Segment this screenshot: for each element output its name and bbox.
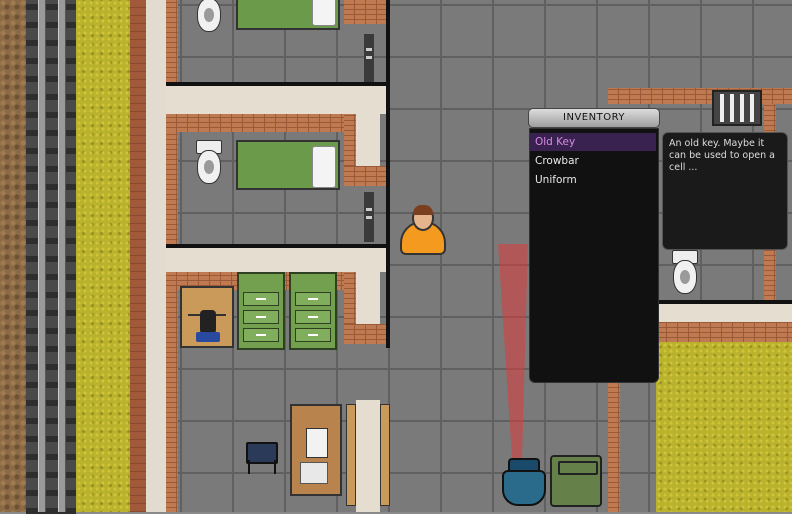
toilet[interactable] [194, 140, 222, 184]
rail-tie [26, 382, 76, 388]
dirt-strip [0, 0, 26, 512]
chair [244, 440, 278, 476]
rail-tie [26, 364, 76, 370]
rail-tie [26, 4, 76, 10]
rail-tie [26, 508, 76, 514]
perimeter-walkway [146, 0, 166, 512]
rail-tie [26, 22, 76, 28]
cell-door[interactable] [364, 34, 374, 82]
rail-tie [26, 58, 76, 64]
bed[interactable] [236, 0, 340, 30]
corridor-floor [166, 248, 388, 272]
rail-tie [26, 166, 76, 172]
rail-tie [26, 238, 76, 244]
rail-tie [26, 256, 76, 262]
cell-wall-edge [386, 0, 390, 86]
cell-wall-edge [386, 248, 390, 348]
cell-wall [166, 132, 178, 244]
rail-tie [26, 418, 76, 424]
cell-wall [166, 290, 178, 512]
bench [380, 404, 390, 506]
rail-tie [26, 400, 76, 406]
rail-tie [26, 112, 76, 118]
cell-wall [344, 324, 388, 344]
bench [346, 404, 356, 506]
rail-tie [26, 202, 76, 208]
inventory-item-crowbar[interactable]: Crowbar [530, 152, 656, 170]
rail-tie [26, 346, 76, 352]
guard [502, 456, 546, 506]
grass-strip [76, 0, 130, 512]
bed[interactable] [236, 140, 340, 190]
cell-wall [344, 272, 356, 328]
rail-tie [26, 94, 76, 100]
corridor-floor [656, 304, 792, 322]
rail-tie [26, 76, 76, 82]
cell-wall [344, 0, 388, 24]
rail-tie [26, 310, 76, 316]
rail-tie [26, 220, 76, 226]
corridor-floor [166, 86, 388, 114]
rail-tie [26, 40, 76, 46]
rail-tie [26, 184, 76, 190]
inventory-item-uniform[interactable]: Uniform [530, 171, 656, 189]
cell-wall [344, 114, 356, 170]
rail-tie [26, 472, 76, 478]
tool-rack[interactable] [180, 286, 234, 348]
cell-wall [656, 322, 792, 342]
yard-grass [656, 342, 792, 512]
corridor-floor [356, 248, 380, 324]
player-inmate [400, 205, 448, 257]
cell-wall [166, 0, 178, 82]
rail-tie [26, 436, 76, 442]
rail-tie [26, 130, 76, 136]
cell-wall [344, 166, 388, 186]
cell-wall [608, 88, 792, 104]
rail-tie [26, 454, 76, 460]
cell-bars[interactable] [712, 90, 762, 126]
inventory-title[interactable]: INVENTORY [528, 108, 660, 128]
inventory-item-old-key[interactable]: Old Key [530, 133, 656, 151]
perimeter-wall [130, 0, 146, 512]
corridor-floor [356, 86, 380, 166]
item-tooltip: An old key. Maybe it can be used to open… [662, 132, 788, 250]
rail-tie [26, 328, 76, 334]
rail-tie [26, 148, 76, 154]
railway-track [26, 0, 76, 514]
toilet[interactable] [670, 250, 698, 294]
rail-tie [26, 274, 76, 280]
toolbox[interactable] [550, 455, 602, 507]
rail-tie [26, 292, 76, 298]
office-desk[interactable] [290, 404, 342, 496]
cell-wall [166, 114, 356, 132]
corridor-floor [356, 400, 380, 512]
inventory-panel: Old Key Crowbar Uniform [529, 128, 659, 383]
toilet[interactable] [194, 0, 222, 32]
rail-tie [26, 490, 76, 496]
filing-cabinet[interactable] [237, 272, 285, 350]
filing-cabinet[interactable] [289, 272, 337, 350]
cell-door[interactable] [364, 192, 374, 242]
cell-wall-edge [386, 86, 390, 248]
